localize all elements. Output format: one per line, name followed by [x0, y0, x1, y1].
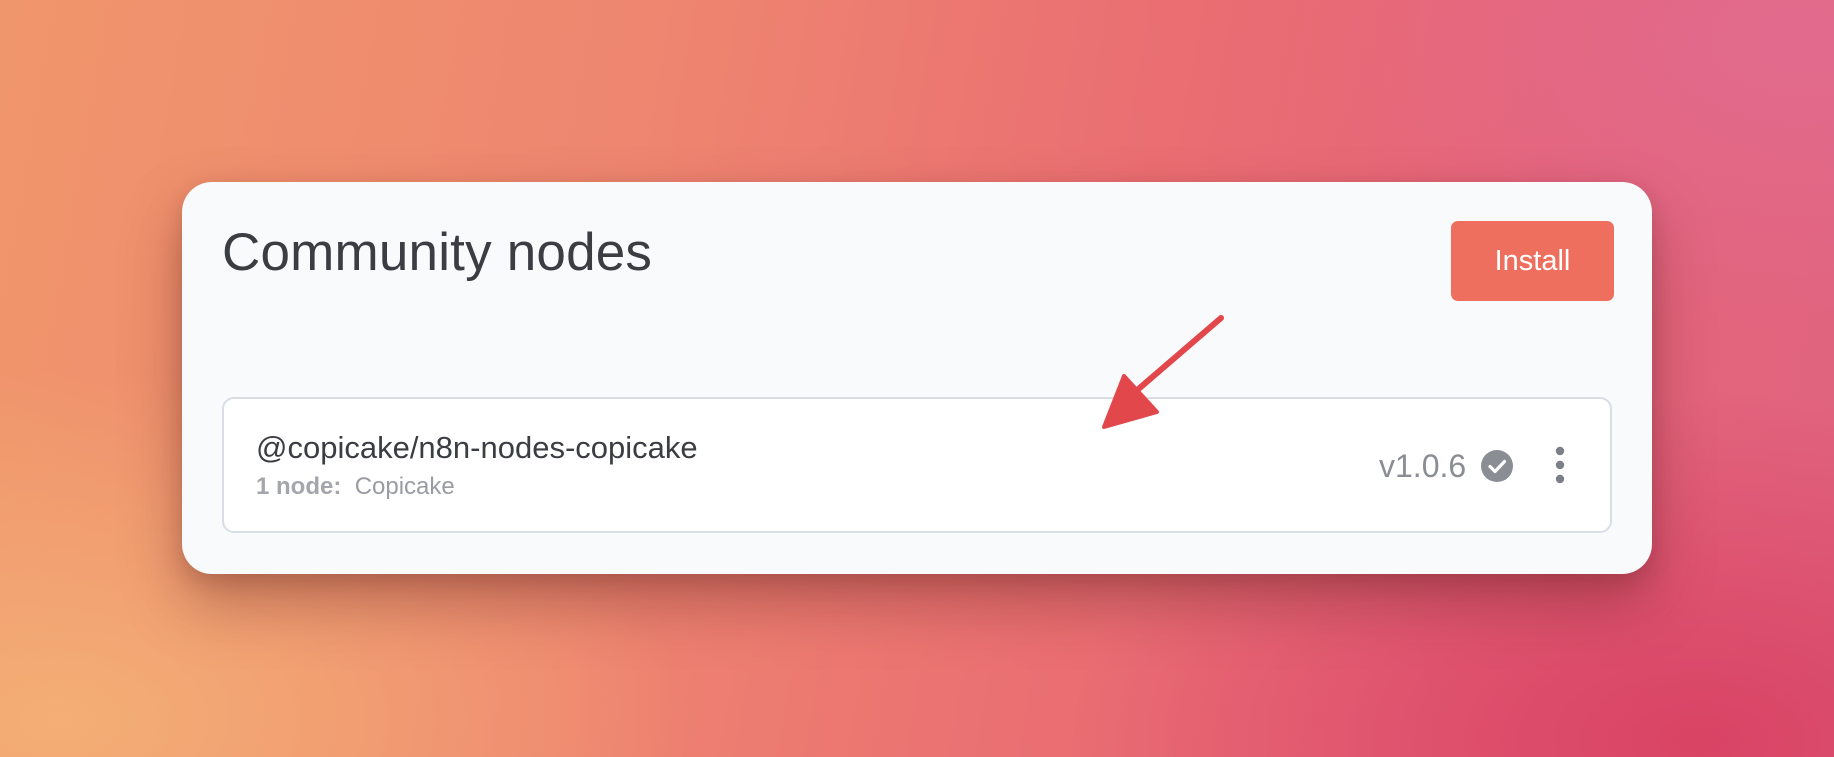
node-count-label: 1 node:: [256, 473, 342, 500]
vertical-ellipsis-icon[interactable]: [1546, 443, 1574, 487]
install-button[interactable]: Install: [1451, 221, 1614, 301]
node-names: Copicake: [354, 473, 455, 500]
community-nodes-panel: Community nodes Install @copicake/n8n-no…: [182, 182, 1652, 574]
package-name: @copicake/n8n-nodes-copicake: [256, 430, 698, 465]
package-card[interactable]: @copicake/n8n-nodes-copicake 1 node: Cop…: [222, 397, 1612, 533]
page-title: Community nodes: [222, 223, 653, 282]
check-circle-icon: [1481, 450, 1513, 482]
package-nodes-info: 1 node: Copicake: [256, 473, 455, 502]
package-version: v1.0.6: [1379, 448, 1467, 484]
